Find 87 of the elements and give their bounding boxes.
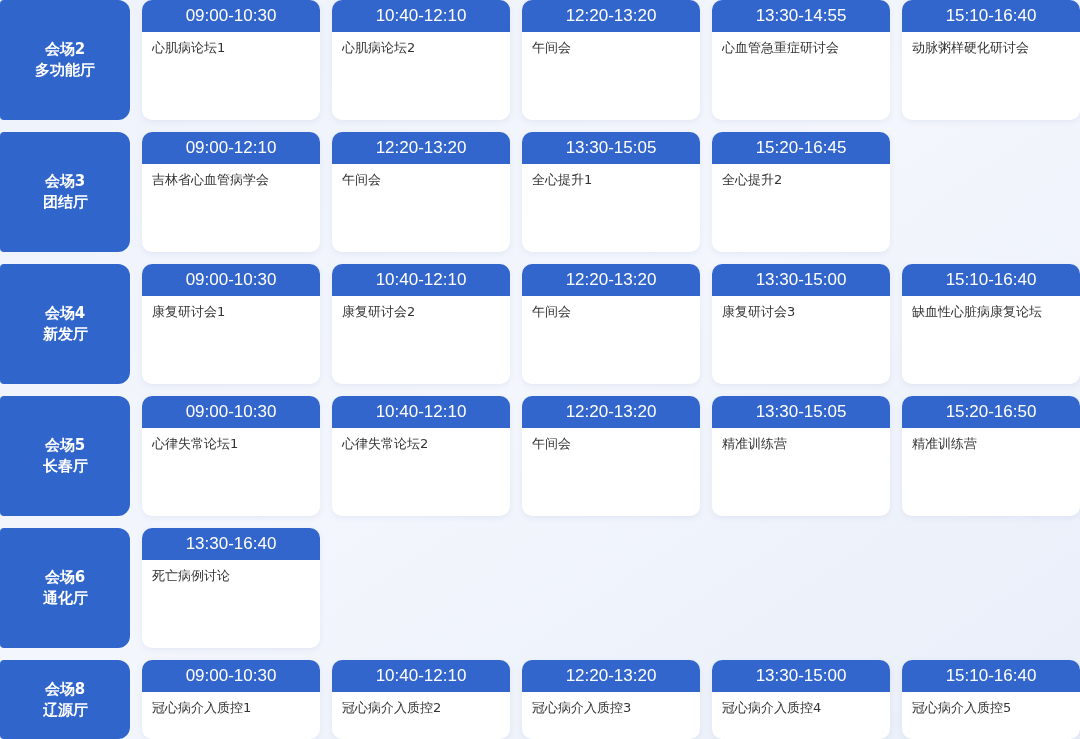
session-card[interactable]: 12:20-13:20 午间会: [522, 264, 700, 384]
room-number: 会场4: [44, 303, 86, 324]
session-title: 精准训练营: [911, 435, 978, 453]
session-time: 15:20-16:50: [902, 396, 1080, 428]
session-time: 10:40-12:10: [332, 396, 510, 428]
session-title: 康复研讨会2: [341, 303, 417, 321]
session-time: 10:40-12:10: [332, 660, 510, 692]
session-time: 13:30-15:05: [522, 132, 700, 164]
session-card[interactable]: 13:30-15:00 康复研讨会3: [712, 264, 890, 384]
session-title: 冠心病介入质控3: [531, 699, 633, 717]
session-time: 13:30-14:55: [712, 0, 890, 32]
session-card[interactable]: 10:40-12:10 心肌病论坛2: [332, 0, 510, 120]
session-time: 13:30-15:00: [712, 264, 890, 296]
session-card[interactable]: 10:40-12:10 心律失常论坛2: [332, 396, 510, 516]
session-title: 心肌病论坛2: [341, 39, 417, 57]
room-number: 会场6: [44, 567, 86, 588]
session-title: 心律失常论坛1: [151, 435, 240, 453]
session-title: 心律失常论坛2: [341, 435, 430, 453]
session-time: 15:10-16:40: [902, 264, 1080, 296]
session-time: 12:20-13:20: [522, 660, 700, 692]
session-title: 心肌病论坛1: [151, 39, 227, 57]
session-card[interactable]: 13:30-15:05 全心提升1: [522, 132, 700, 252]
session-card[interactable]: 15:20-16:45 全心提升2: [712, 132, 890, 252]
session-time: 15:10-16:40: [902, 660, 1080, 692]
session-time: 12:20-13:20: [332, 132, 510, 164]
session-title: 精准训练营: [721, 435, 788, 453]
session-title: 死亡病例讨论: [151, 567, 231, 585]
room-hall: 通化厅: [42, 588, 88, 609]
session-card[interactable]: 12:20-13:20 午间会: [522, 396, 700, 516]
session-card[interactable]: 12:20-13:20 午间会: [522, 0, 700, 120]
session-time: 13:30-15:05: [712, 396, 890, 428]
room-hall: 多功能厅: [35, 60, 95, 81]
session-time: 15:20-16:45: [712, 132, 890, 164]
session-card[interactable]: 13:30-15:00 冠心病介入质控4: [712, 660, 890, 739]
room-number: 会场5: [44, 435, 86, 456]
session-time: 09:00-10:30: [142, 264, 320, 296]
session-card[interactable]: 09:00-10:30 心律失常论坛1: [142, 396, 320, 516]
session-card[interactable]: 09:00-10:30 康复研讨会1: [142, 264, 320, 384]
session-time: 13:30-15:00: [712, 660, 890, 692]
session-card[interactable]: 13:30-16:40 死亡病例讨论: [142, 528, 320, 648]
session-title: 康复研讨会3: [721, 303, 797, 321]
session-card[interactable]: 15:10-16:40 冠心病介入质控5: [902, 660, 1080, 739]
session-title: 缺血性心脏病康复论坛: [911, 303, 1043, 321]
session-time: 12:20-13:20: [522, 0, 700, 32]
session-title: 午间会: [341, 171, 382, 189]
session-title: 康复研讨会1: [151, 303, 227, 321]
room-hall: 团结厅: [42, 192, 88, 213]
room-number: 会场3: [44, 171, 86, 192]
session-time: 09:00-10:30: [142, 0, 320, 32]
session-card[interactable]: 10:40-12:10 康复研讨会2: [332, 264, 510, 384]
session-title: 心血管急重症研讨会: [721, 39, 840, 57]
session-time: 10:40-12:10: [332, 264, 510, 296]
session-time: 09:00-10:30: [142, 660, 320, 692]
session-time: 09:00-12:10: [142, 132, 320, 164]
session-time: 15:10-16:40: [902, 0, 1080, 32]
session-card[interactable]: 15:10-16:40 缺血性心脏病康复论坛: [902, 264, 1080, 384]
session-card[interactable]: 15:10-16:40 动脉粥样硬化研讨会: [902, 0, 1080, 120]
session-card[interactable]: 09:00-12:10 吉林省心血管病学会: [142, 132, 320, 252]
session-time: 12:20-13:20: [522, 396, 700, 428]
session-card[interactable]: 13:30-15:05 精准训练营: [712, 396, 890, 516]
session-title: 冠心病介入质控2: [341, 699, 443, 717]
session-card[interactable]: 12:20-13:20 午间会: [332, 132, 510, 252]
session-time: 09:00-10:30: [142, 396, 320, 428]
session-card[interactable]: 13:30-14:55 心血管急重症研讨会: [712, 0, 890, 120]
session-time: 12:20-13:20: [522, 264, 700, 296]
session-time: 10:40-12:10: [332, 0, 510, 32]
room-number: 会场2: [44, 39, 86, 60]
room-number: 会场8: [44, 678, 86, 700]
session-title: 冠心病介入质控1: [151, 699, 253, 717]
session-title: 午间会: [531, 39, 572, 57]
session-title: 吉林省心血管病学会: [151, 171, 270, 189]
session-card[interactable]: 10:40-12:10 冠心病介入质控2: [332, 660, 510, 739]
session-title: 午间会: [531, 303, 572, 321]
session-title: 午间会: [531, 435, 572, 453]
session-card[interactable]: 09:00-10:30 心肌病论坛1: [142, 0, 320, 120]
room-hall: 辽源厅: [42, 699, 88, 721]
room-hall: 新发厅: [42, 324, 88, 345]
session-title: 全心提升1: [531, 171, 594, 189]
session-card[interactable]: 12:20-13:20 冠心病介入质控3: [522, 660, 700, 739]
session-card[interactable]: 15:20-16:50 精准训练营: [902, 396, 1080, 516]
session-title: 冠心病介入质控4: [721, 699, 823, 717]
room-hall: 长春厅: [42, 456, 88, 477]
session-title: 动脉粥样硬化研讨会: [911, 39, 1030, 57]
session-card[interactable]: 09:00-10:30 冠心病介入质控1: [142, 660, 320, 739]
session-time: 13:30-16:40: [142, 528, 320, 560]
session-title: 冠心病介入质控5: [911, 699, 1013, 717]
session-title: 全心提升2: [721, 171, 784, 189]
